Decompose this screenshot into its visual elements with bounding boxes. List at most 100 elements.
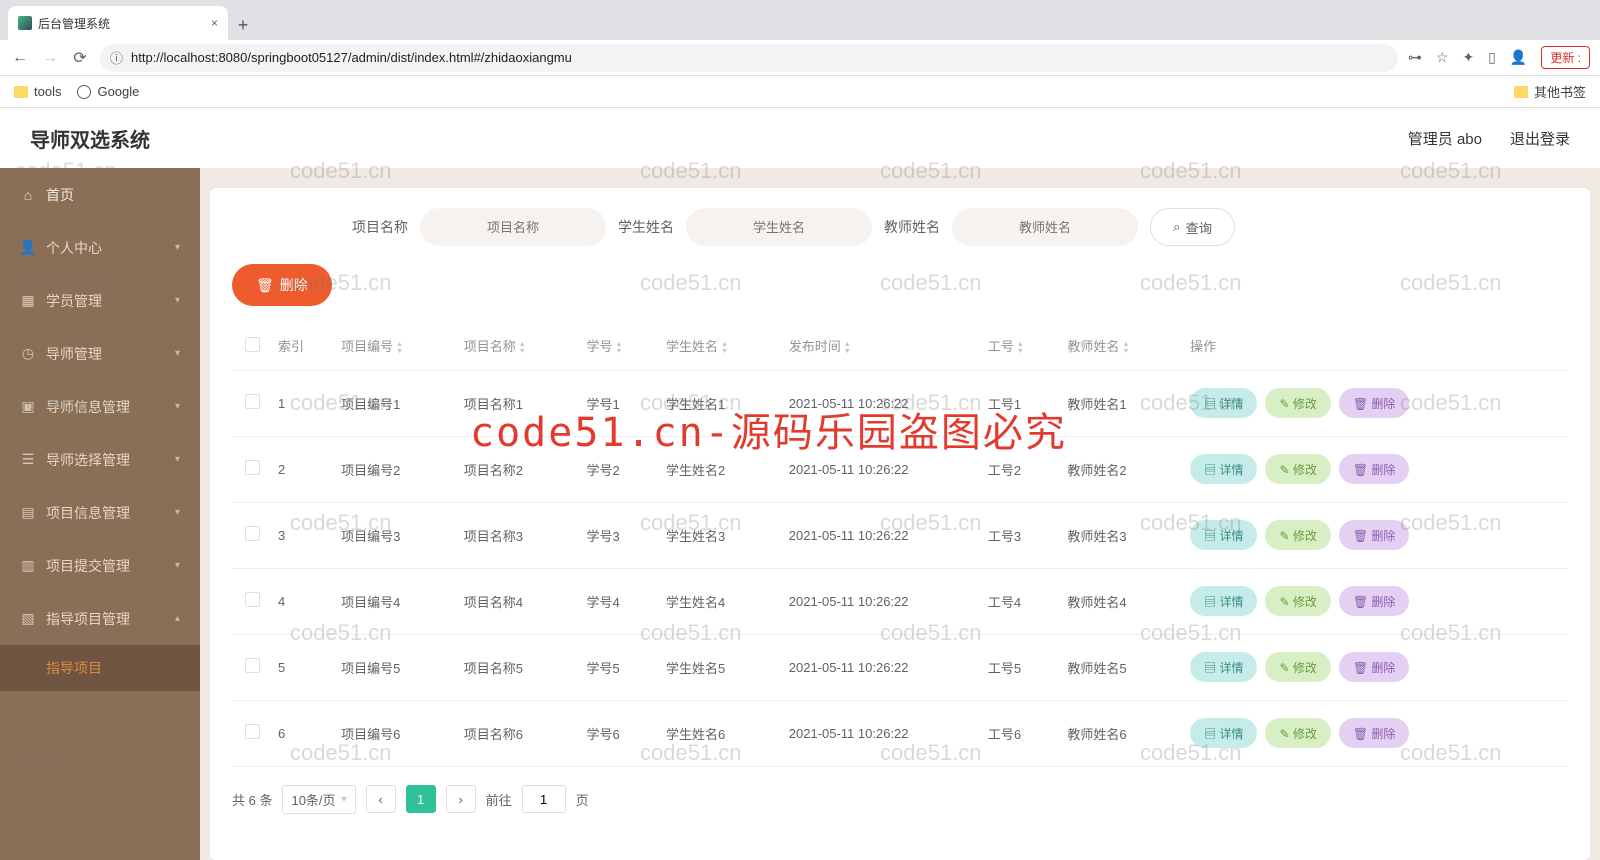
folder-icon — [1514, 86, 1528, 98]
row-detail-button[interactable]: ▤ 详情 — [1190, 454, 1257, 484]
bookmark-tools[interactable]: tools — [14, 84, 61, 99]
sidebar-item-teacher-info[interactable]: ▣导师信息管理▾ — [0, 380, 200, 433]
row-checkbox[interactable] — [245, 394, 260, 409]
trash-icon: 🗑 — [256, 277, 274, 294]
app-header: 导师双选系统 管理员 abo 退出登录 — [0, 108, 1600, 168]
key-icon[interactable]: ⊶ — [1408, 49, 1422, 66]
row-edit-button[interactable]: ✎ 修改 — [1265, 388, 1330, 418]
clock-icon: ◷ — [20, 346, 36, 362]
row-checkbox[interactable] — [245, 724, 260, 739]
table-row: 1 项目编号1 项目名称1 学号1 学生姓名1 2021-05-11 10:26… — [232, 370, 1568, 436]
checkbox-all[interactable] — [245, 337, 260, 352]
col-header[interactable]: 项目名称▲▼ — [458, 322, 581, 370]
app-title: 导师双选系统 — [30, 124, 150, 153]
sidebar-item-home[interactable]: ⌂首页 — [0, 168, 200, 221]
bookmark-other[interactable]: 其他书签 — [1514, 82, 1586, 101]
sidebar-subitem-active[interactable]: 指导项目 — [0, 645, 200, 691]
col-header[interactable]: 发布时间▲▼ — [783, 322, 982, 370]
pager-size-select[interactable]: 10条/页▾ — [282, 785, 355, 814]
row-edit-button[interactable]: ✎ 修改 — [1265, 520, 1330, 550]
cell-pno: 项目编号3 — [335, 502, 458, 568]
row-edit-button[interactable]: ✎ 修改 — [1265, 454, 1330, 484]
col-header[interactable]: 工号▲▼ — [982, 322, 1062, 370]
sidebar-item-students[interactable]: ▦学员管理▾ — [0, 274, 200, 327]
row-checkbox[interactable] — [245, 526, 260, 541]
row-delete-button[interactable]: 🗑 删除 — [1339, 718, 1410, 748]
guide-icon: ▧ — [20, 611, 36, 627]
sidebar-item-teacher-select[interactable]: ☰导师选择管理▾ — [0, 433, 200, 486]
cell-time: 2021-05-11 10:26:22 — [783, 634, 982, 700]
input-project-name[interactable] — [420, 208, 606, 246]
update-button[interactable]: 更新 : — [1541, 46, 1590, 69]
favicon-icon — [18, 16, 32, 30]
col-header[interactable]: 学号▲▼ — [580, 322, 660, 370]
row-edit-button[interactable]: ✎ 修改 — [1265, 652, 1330, 682]
cell-sname: 学生姓名2 — [660, 436, 783, 502]
pager-goto-input[interactable] — [522, 785, 566, 813]
row-delete-button[interactable]: 🗑 删除 — [1339, 520, 1410, 550]
col-header[interactable]: 学生姓名▲▼ — [660, 322, 783, 370]
doc-icon: ▤ — [20, 505, 36, 521]
forward-icon[interactable]: → — [40, 49, 60, 67]
browser-toolbar: ← → ⟳ ⓘ http://localhost:8080/springboot… — [0, 40, 1600, 76]
browser-tab[interactable]: 后台管理系统 × — [8, 6, 228, 40]
star-icon[interactable]: ☆ — [1436, 49, 1449, 66]
row-edit-button[interactable]: ✎ 修改 — [1265, 586, 1330, 616]
row-detail-button[interactable]: ▤ 详情 — [1190, 520, 1257, 550]
current-user[interactable]: 管理员 abo — [1408, 128, 1482, 149]
row-delete-button[interactable]: 🗑 删除 — [1339, 388, 1410, 418]
sidebar-item-project-submit[interactable]: ▥项目提交管理▾ — [0, 539, 200, 592]
chevron-down-icon: ▾ — [175, 507, 180, 518]
row-detail-button[interactable]: ▤ 详情 — [1190, 586, 1257, 616]
sidebar-item-teachers[interactable]: ◷导师管理▾ — [0, 327, 200, 380]
col-header[interactable]: 项目编号▲▼ — [335, 322, 458, 370]
url-bar[interactable]: ⓘ http://localhost:8080/springboot05127/… — [100, 44, 1398, 72]
profile-icon[interactable]: 👤 — [1510, 49, 1527, 66]
logout-button[interactable]: 退出登录 — [1510, 128, 1570, 149]
row-checkbox[interactable] — [245, 592, 260, 607]
reload-icon[interactable]: ⟳ — [70, 48, 90, 68]
col-header[interactable]: 教师姓名▲▼ — [1061, 322, 1184, 370]
bookmark-google[interactable]: Google — [77, 84, 139, 99]
input-student-name[interactable] — [686, 208, 872, 246]
cell-tno: 工号6 — [982, 700, 1062, 766]
row-detail-button[interactable]: ▤ 详情 — [1190, 388, 1257, 418]
sidebar-item-project-info[interactable]: ▤项目信息管理▾ — [0, 486, 200, 539]
pager-prev[interactable]: ‹ — [366, 785, 396, 813]
sidebar-item-profile[interactable]: 👤个人中心▾ — [0, 221, 200, 274]
row-delete-button[interactable]: 🗑 删除 — [1339, 652, 1410, 682]
cell-sname: 学生姓名1 — [660, 370, 783, 436]
cell-pname: 项目名称4 — [458, 568, 581, 634]
row-detail-button[interactable]: ▤ 详情 — [1190, 652, 1257, 682]
info-icon: ▣ — [20, 399, 36, 415]
search-button[interactable]: ⌕查询 — [1150, 208, 1235, 246]
label-teacher-name: 教师姓名 — [884, 217, 940, 237]
cell-idx: 6 — [272, 700, 335, 766]
cell-sno: 学号5 — [580, 634, 660, 700]
row-checkbox[interactable] — [245, 460, 260, 475]
table-row: 3 项目编号3 项目名称3 学号3 学生姓名3 2021-05-11 10:26… — [232, 502, 1568, 568]
users-icon: ▦ — [20, 293, 36, 309]
close-icon[interactable]: × — [211, 16, 218, 30]
new-tab-button[interactable]: + — [228, 10, 258, 40]
cell-pname: 项目名称2 — [458, 436, 581, 502]
input-teacher-name[interactable] — [952, 208, 1138, 246]
col-header: 索引 — [272, 322, 335, 370]
row-edit-button[interactable]: ✎ 修改 — [1265, 718, 1330, 748]
row-checkbox[interactable] — [245, 658, 260, 673]
cell-sname: 学生姓名6 — [660, 700, 783, 766]
row-delete-button[interactable]: 🗑 删除 — [1339, 586, 1410, 616]
sidebar-item-guidance[interactable]: ▧指导项目管理▴ — [0, 592, 200, 645]
pager-page-1[interactable]: 1 — [406, 785, 436, 813]
row-detail-button[interactable]: ▤ 详情 — [1190, 718, 1257, 748]
pager-next[interactable]: › — [446, 785, 476, 813]
batch-delete-button[interactable]: 🗑删除 — [232, 264, 332, 306]
cell-sname: 学生姓名4 — [660, 568, 783, 634]
back-icon[interactable]: ← — [10, 49, 30, 67]
table-row: 2 项目编号2 项目名称2 学号2 学生姓名2 2021-05-11 10:26… — [232, 436, 1568, 502]
cell-time: 2021-05-11 10:26:22 — [783, 436, 982, 502]
extension-icon[interactable]: ✦ — [1462, 49, 1474, 66]
label-project-name: 项目名称 — [352, 217, 408, 237]
row-delete-button[interactable]: 🗑 删除 — [1339, 454, 1410, 484]
reader-icon[interactable]: ▯ — [1488, 49, 1496, 66]
